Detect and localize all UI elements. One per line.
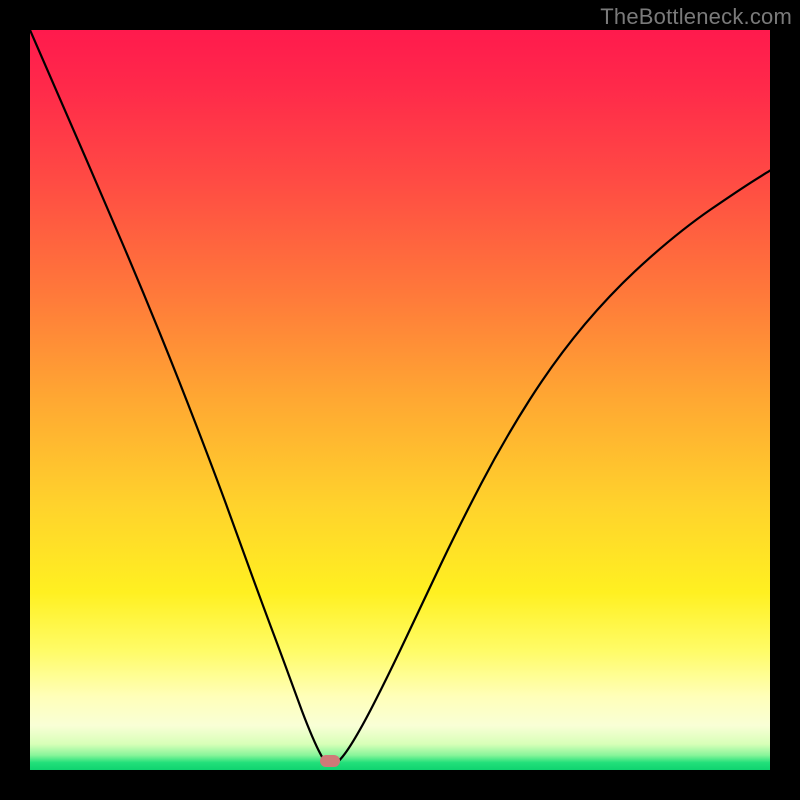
chart-frame: TheBottleneck.com: [0, 0, 800, 800]
bottleneck-curve: [30, 30, 770, 770]
optimal-point-marker: [320, 755, 340, 767]
plot-area: [30, 30, 770, 770]
watermark-text: TheBottleneck.com: [600, 4, 792, 30]
